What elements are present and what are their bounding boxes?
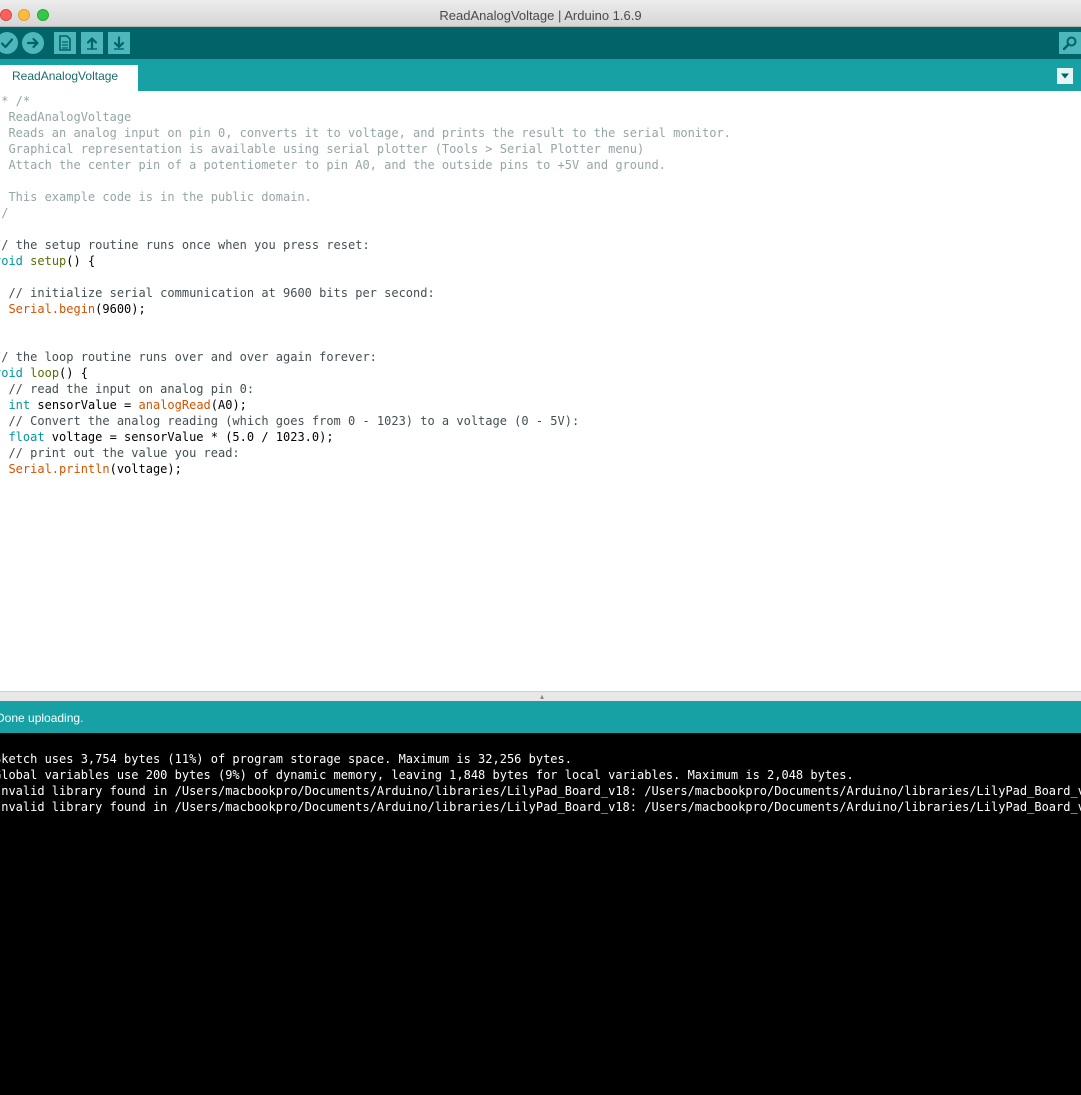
upload-button[interactable] [22, 32, 44, 54]
code-line: // Convert the analog reading (which goe… [8, 414, 580, 428]
code-line: Attach the center pin of a potentiometer… [0, 158, 666, 172]
save-sketch-button[interactable] [108, 32, 130, 54]
document-icon [59, 35, 71, 51]
console-line: Invalid library found in /Users/macbookp… [0, 800, 1081, 814]
arrow-up-icon [86, 37, 98, 50]
status-bar: Done uploading. [0, 701, 1081, 733]
code-line: Reads an analog input on pin 0, converts… [0, 126, 731, 140]
serial-monitor-button[interactable] [1059, 32, 1081, 54]
code-line: // print out the value you read: [8, 446, 240, 460]
tab-menu-button[interactable] [1057, 68, 1073, 84]
console-output[interactable]: Sketch uses 3,754 bytes (11%) of program… [0, 733, 1081, 1095]
code-line: Serial.println(voltage); [8, 462, 182, 476]
code-text[interactable]: /* /* ReadAnalogVoltage Reads an analog … [0, 93, 731, 493]
chevron-down-icon [1061, 73, 1069, 79]
code-line: */ [0, 206, 9, 220]
console-line: Global variables use 200 bytes (9%) of d… [0, 768, 854, 782]
tab-readanalogvoltage[interactable]: ReadAnalogVoltage [0, 65, 138, 91]
magnifier-icon [1062, 36, 1077, 51]
code-line: void loop() { [0, 366, 88, 380]
code-line: ReadAnalogVoltage [0, 110, 132, 124]
code-line: Serial.begin(9600); [8, 302, 146, 316]
code-line: // initialize serial communication at 96… [8, 286, 435, 300]
console-line: Sketch uses 3,754 bytes (11%) of program… [0, 752, 572, 766]
title-bar: ReadAnalogVoltage | Arduino 1.6.9 [0, 0, 1081, 27]
console-line: Invalid library found in /Users/macbookp… [0, 784, 1081, 798]
arrow-down-icon [113, 36, 125, 50]
code-line: // the loop routine runs over and over a… [0, 350, 377, 364]
code-line: void setup() { [0, 254, 96, 268]
code-line: float voltage = sensorValue * (5.0 / 102… [8, 430, 334, 444]
code-line: /* /* [0, 94, 31, 108]
window-title: ReadAnalogVoltage | Arduino 1.6.9 [439, 8, 642, 23]
checkmark-icon [0, 38, 14, 49]
console-text: Sketch uses 3,754 bytes (11%) of program… [0, 751, 1081, 815]
arrow-right-icon [26, 37, 39, 49]
toolbar [0, 27, 1081, 59]
code-line: // read the input on analog pin 0: [8, 382, 255, 396]
new-sketch-button[interactable] [54, 32, 76, 54]
code-line: int sensorValue = analogRead(A0); [8, 398, 247, 412]
open-sketch-button[interactable] [81, 32, 103, 54]
verify-button[interactable] [0, 32, 18, 54]
pane-divider[interactable]: ▴ [0, 691, 1081, 701]
code-editor[interactable]: /* /* ReadAnalogVoltage Reads an analog … [0, 91, 1081, 691]
code-line: // the setup routine runs once when you … [0, 238, 370, 252]
tab-bar: ReadAnalogVoltage [0, 59, 1081, 91]
code-line: Graphical representation is available us… [0, 142, 645, 156]
code-line: } [0, 477, 731, 493]
status-message: Done uploading. [0, 711, 84, 725]
drag-handle-icon[interactable]: ▴ [540, 693, 544, 701]
code-line: This example code is in the public domai… [0, 190, 312, 204]
code-line: } [0, 317, 731, 333]
